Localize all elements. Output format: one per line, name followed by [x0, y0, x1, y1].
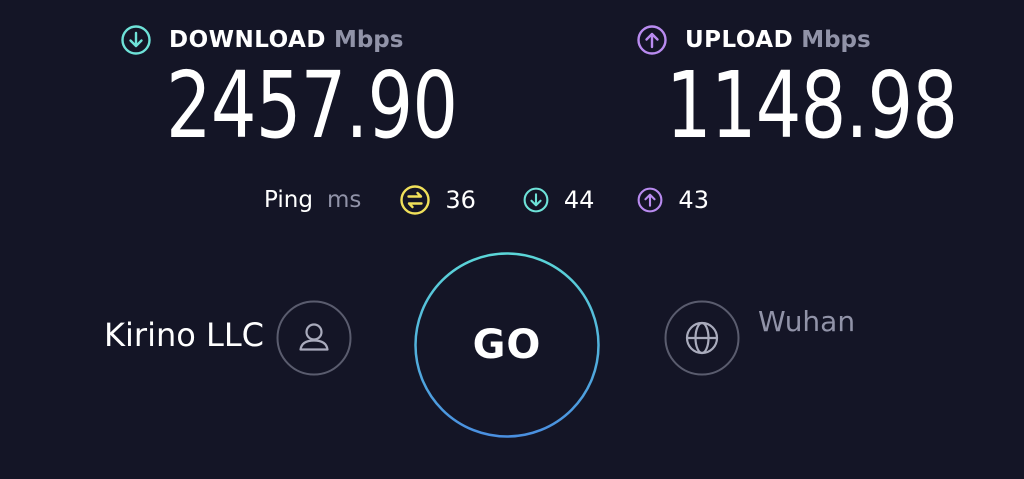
- server-name: Wuhan: [758, 305, 856, 338]
- download-speed-value: 2457.90: [166, 52, 458, 159]
- upload-ping: 43: [636, 186, 709, 214]
- go-label: GO: [472, 322, 542, 368]
- upload-arrow-icon: [637, 25, 667, 55]
- download-label: DOWNLOAD: [169, 27, 326, 53]
- ping-row: Ping ms 36 44 43: [264, 180, 709, 220]
- upload-ping-icon: [637, 187, 663, 213]
- upload-label: UPLOAD: [685, 27, 794, 53]
- upload-unit: Mbps: [801, 27, 871, 53]
- ping-label: Ping: [264, 187, 313, 213]
- download-ping-value: 44: [563, 186, 595, 214]
- server-button[interactable]: [664, 300, 740, 376]
- idle-ping-icon: [400, 185, 431, 215]
- user-icon: [276, 300, 352, 376]
- go-button[interactable]: GO: [414, 252, 600, 438]
- provider-name: Kirino LLC: [104, 316, 264, 354]
- upload-speed-value: 1148.98: [666, 52, 958, 159]
- speedtest-screen: DOWNLOAD Mbps 2457.90 UPLOAD Mbps 1148.9…: [0, 0, 1024, 479]
- provider-button[interactable]: [276, 300, 352, 376]
- idle-ping: 36: [399, 184, 476, 216]
- download-unit: Mbps: [333, 27, 404, 53]
- globe-icon: [664, 300, 740, 376]
- idle-ping-value: 36: [445, 186, 476, 214]
- download-arrow-icon: [121, 25, 151, 55]
- download-ping: 44: [522, 186, 595, 214]
- ping-unit: ms: [326, 187, 362, 213]
- upload-ping-value: 43: [678, 186, 709, 214]
- download-ping-icon: [523, 187, 549, 213]
